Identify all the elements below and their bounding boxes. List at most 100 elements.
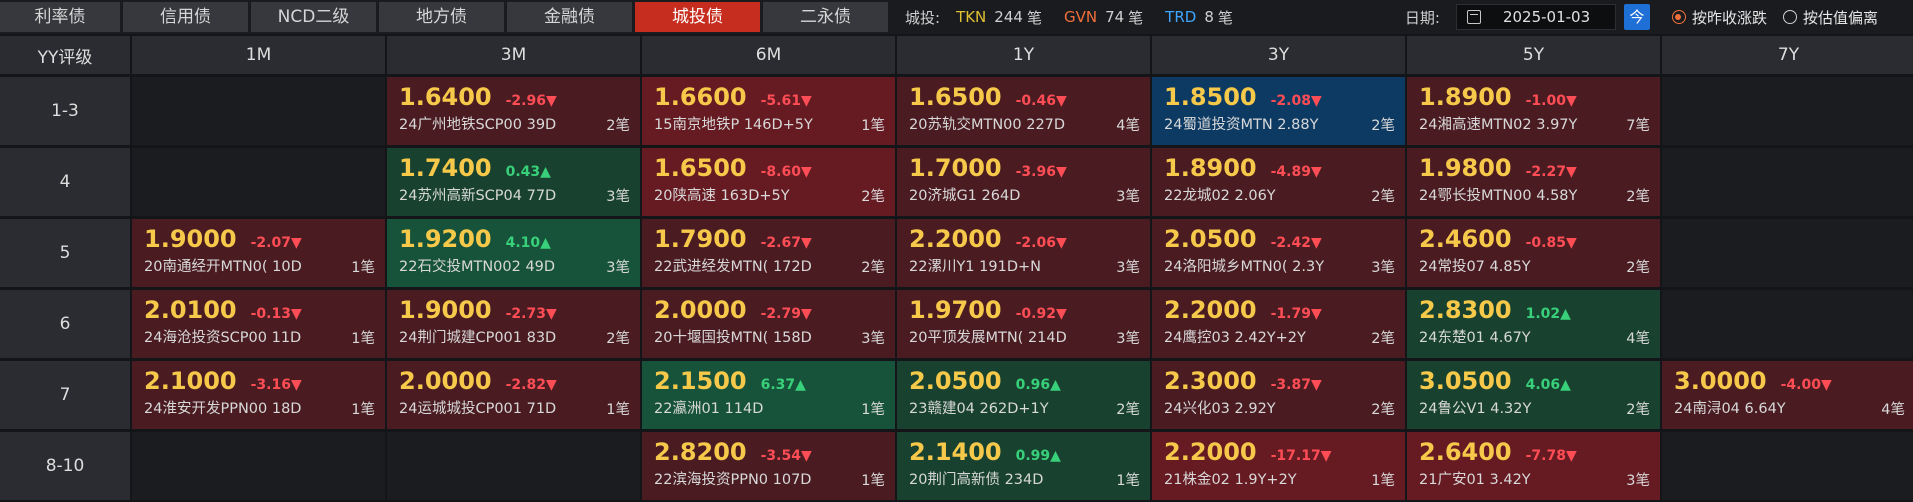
change-value: -4.89▼ [1271, 164, 1322, 180]
bond-info: 24海沧投资SCP00 11D [144, 326, 322, 347]
date-picker-input[interactable]: 2025-01-03 [1455, 4, 1616, 30]
tenor-header[interactable]: 1Y [897, 36, 1150, 74]
change-value: -2.27▼ [1526, 164, 1577, 180]
quote-cell[interactable]: 2.0000 -2.79▼ 20十堰国投MTN( 158D 3笔 [642, 290, 895, 358]
change-number: -3.54 [760, 448, 801, 464]
quote-cell[interactable]: 2.0500 -2.42▼ 24洛阳城乡MTN0( 2.3Y 3笔 [1152, 219, 1405, 287]
tenor-header[interactable]: 3Y [1152, 36, 1405, 74]
tenor-header[interactable]: 7Y [1662, 36, 1913, 74]
tab-2[interactable]: NCD二级 [251, 2, 376, 32]
trade-count: 1笔 [351, 331, 375, 347]
quote-cell[interactable]: 2.6400 -7.78▼ 21广安01 3.42Y 3笔 [1407, 432, 1660, 500]
quote-cell[interactable]: 2.2000 -17.17▼ 21株金02 1.9Y+2Y 1笔 [1152, 432, 1405, 500]
quote-cell[interactable]: 2.8300 1.02▲ 24东楚01 4.67Y 4笔 [1407, 290, 1660, 358]
change-number: -3.87 [1270, 377, 1311, 393]
today-button[interactable]: 今 [1623, 4, 1650, 30]
change-number: -3.96 [1015, 164, 1056, 180]
change-value: -1.00▼ [1526, 93, 1577, 109]
trade-count: 2笔 [1371, 118, 1395, 134]
tab-3[interactable]: 地方债 [379, 2, 504, 32]
quote-line: 1.9700 -0.92▼ [909, 296, 1138, 326]
rating-label: 5 [0, 219, 130, 287]
quote-cell[interactable]: 1.9000 -2.07▼ 20南通经开MTN0( 10D 1笔 [132, 219, 385, 287]
quote-cell[interactable]: 1.7000 -3.96▼ 20济城G1 264D 3笔 [897, 148, 1150, 216]
quote-line: 2.0100 -0.13▼ [144, 296, 373, 326]
mode-prev-close-radio[interactable]: 按昨收涨跌 [1671, 7, 1767, 28]
tenor-header[interactable]: 6M [642, 36, 895, 74]
quote-cell[interactable]: 1.7400 0.43▲ 24苏州高新SCP04 77D 3笔 [387, 148, 640, 216]
remaining-term: 4.85Y [1489, 259, 1531, 275]
quote-cell[interactable]: 1.9800 -2.27▼ 24鄂长投MTN00 4.58Y 2笔 [1407, 148, 1660, 216]
quote-cell[interactable]: 1.9200 4.10▲ 22石交投MTN002 49D 3笔 [387, 219, 640, 287]
quote-cell[interactable]: 1.8500 -2.08▼ 24蜀道投资MTN 2.88Y 2笔 [1152, 77, 1405, 145]
tenor-header[interactable]: 5Y [1407, 36, 1660, 74]
quote-cell[interactable]: 1.7900 -2.67▼ 22武进经发MTN( 172D 2笔 [642, 219, 895, 287]
quote-line: 2.1400 0.99▲ [909, 438, 1138, 468]
quote-cell[interactable]: 1.6500 -0.46▼ 20苏轨交MTN00 227D 4笔 [897, 77, 1150, 145]
trade-count: 2笔 [1626, 402, 1650, 418]
tab-6[interactable]: 二永债 [763, 2, 888, 32]
yield-value: 2.8200 [654, 438, 747, 466]
yield-value: 1.8900 [1164, 154, 1257, 182]
quote-cell[interactable]: 2.1500 6.37▲ 22瀛洲01 114D 1笔 [642, 361, 895, 429]
tenor-header[interactable]: 3M [387, 36, 640, 74]
down-arrow-icon: ▼ [800, 164, 812, 180]
quote-cell[interactable]: 1.9700 -0.92▼ 20平顶发展MTN( 214D 3笔 [897, 290, 1150, 358]
trd-label: TRD [1165, 8, 1197, 26]
trade-count: 2笔 [1626, 189, 1650, 205]
down-arrow-icon: ▼ [290, 377, 302, 393]
quote-cell[interactable]: 2.8200 -3.54▼ 22滨海投资PPN0 107D 1笔 [642, 432, 895, 500]
mode-valuation-radio[interactable]: 按估值偏离 [1782, 7, 1878, 28]
quote-cell[interactable]: 3.0500 4.06▲ 24鲁公V1 4.32Y 2笔 [1407, 361, 1660, 429]
down-arrow-icon: ▼ [800, 448, 812, 464]
tkn-count: 244 [994, 8, 1023, 26]
quote-cell[interactable]: 1.6600 -5.61▼ 15南京地铁P 146D+5Y 1笔 [642, 77, 895, 145]
quote-stats: 城投: TKN 244 笔 GVN 74 笔 TRD 8 笔 [905, 7, 1255, 28]
down-arrow-icon: ▼ [1055, 235, 1067, 251]
down-arrow-icon: ▼ [1055, 93, 1067, 109]
quote-line: 3.0500 4.06▲ [1419, 367, 1648, 397]
trade-count: 4笔 [1116, 118, 1140, 134]
change-value: -2.82▼ [506, 377, 557, 393]
quote-cell[interactable]: 2.3000 -3.87▼ 24兴化03 2.92Y 2笔 [1152, 361, 1405, 429]
trade-count: 1笔 [861, 118, 885, 134]
quote-cell[interactable]: 1.8900 -1.00▼ 24湘高速MTN02 3.97Y 7笔 [1407, 77, 1660, 145]
bond-info: 24湘高速MTN02 3.97Y [1419, 113, 1597, 134]
trade-count: 2笔 [1116, 402, 1140, 418]
quote-cell[interactable]: 2.2000 -2.06▼ 22漯川Y1 191D+N 3笔 [897, 219, 1150, 287]
bond-info: 24淮安开发PPN00 18D [144, 397, 322, 418]
tenor-header[interactable]: 1M [132, 36, 385, 74]
quote-cell[interactable]: 2.1000 -3.16▼ 24淮安开发PPN00 18D 1笔 [132, 361, 385, 429]
tab-0[interactable]: 利率债 [0, 2, 120, 32]
quote-cell[interactable]: 1.6500 -8.60▼ 20陕高速 163D+5Y 2笔 [642, 148, 895, 216]
tab-4[interactable]: 金融债 [507, 2, 632, 32]
rating-label: 6 [0, 290, 130, 358]
quote-cell[interactable]: 2.0000 -2.82▼ 24运城城投CP001 71D 1笔 [387, 361, 640, 429]
quote-cell[interactable]: 2.0500 0.96▲ 23赣建04 262D+1Y 2笔 [897, 361, 1150, 429]
rating-label: 4 [0, 148, 130, 216]
quote-line: 1.7000 -3.96▼ [909, 154, 1138, 184]
quote-cell[interactable]: 2.0100 -0.13▼ 24海沧投资SCP00 11D 1笔 [132, 290, 385, 358]
tab-5[interactable]: 城投债 [635, 2, 760, 32]
change-value: -0.46▼ [1016, 93, 1067, 109]
change-number: 1.02 [1525, 306, 1561, 322]
bond-info: 24鄂长投MTN00 4.58Y [1419, 184, 1597, 205]
change-number: -2.73 [505, 306, 546, 322]
quote-cell[interactable]: 1.8900 -4.89▼ 22龙城02 2.06Y 2笔 [1152, 148, 1405, 216]
tab-1[interactable]: 信用债 [123, 2, 248, 32]
quote-line: 1.7900 -2.67▼ [654, 225, 883, 255]
rating-label: 1-3 [0, 77, 130, 145]
quote-cell[interactable]: 2.1400 0.99▲ 20荆门高新债 234D 1笔 [897, 432, 1150, 500]
quote-line: 1.8900 -4.89▼ [1164, 154, 1393, 184]
quote-cell[interactable]: 1.6400 -2.96▼ 24广州地铁SCP00 39D 2笔 [387, 77, 640, 145]
quote-cell[interactable]: 1.9000 -2.73▼ 24荆门城建CP001 83D 2笔 [387, 290, 640, 358]
yield-value: 1.9000 [144, 225, 237, 253]
change-number: 6.37 [760, 377, 796, 393]
quote-cell[interactable]: 2.2000 -1.79▼ 24鹰控03 2.42Y+2Y 2笔 [1152, 290, 1405, 358]
quote-cell[interactable]: 2.4600 -0.85▼ 24常投07 4.85Y 2笔 [1407, 219, 1660, 287]
remaining-term: 49D [525, 259, 556, 275]
remaining-term: 2.92Y [1234, 401, 1276, 417]
quote-line: 2.2000 -1.79▼ [1164, 296, 1393, 326]
quote-cell[interactable]: 3.0000 -4.00▼ 24南浔04 6.64Y 4笔 [1662, 361, 1913, 429]
yield-value: 2.4600 [1419, 225, 1512, 253]
